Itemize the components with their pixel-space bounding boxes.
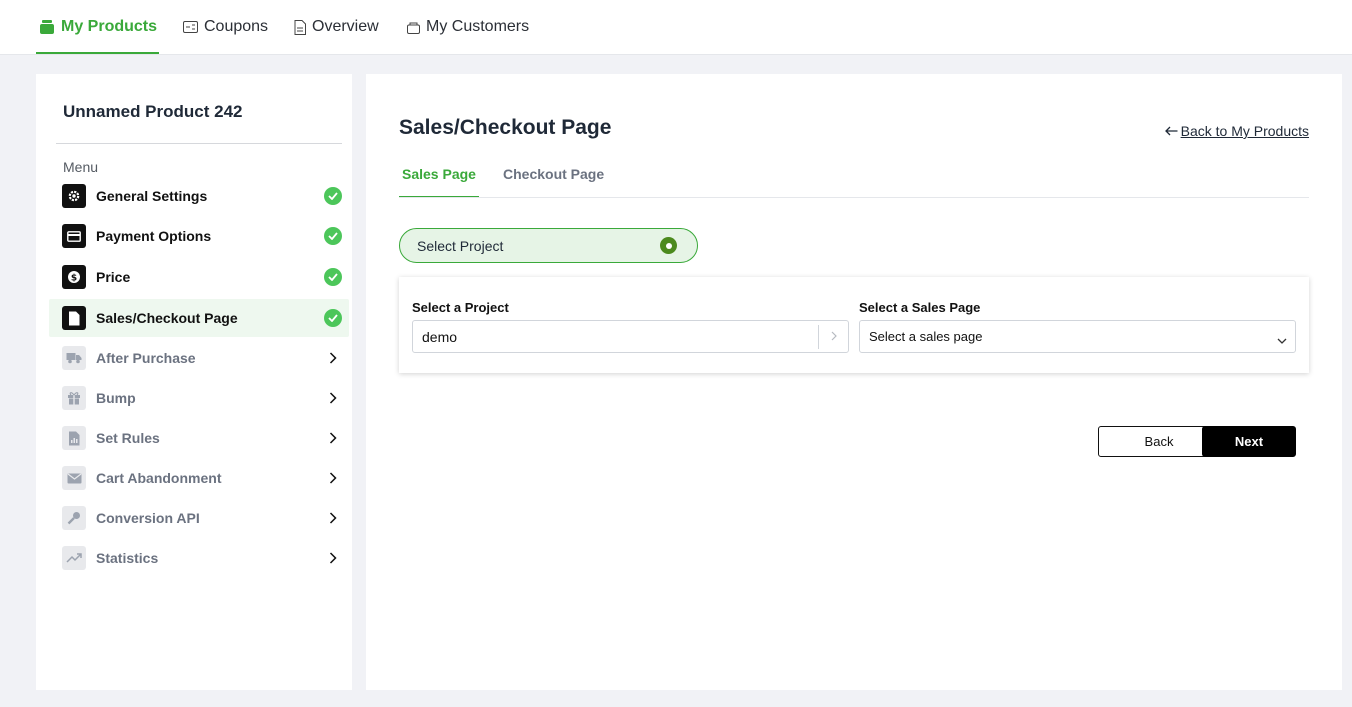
project-field-label: Select a Project [412, 300, 509, 315]
chevron-right-icon [324, 469, 342, 487]
page-icon [62, 306, 86, 330]
sidebar-item-set-rules[interactable]: Set Rules [49, 419, 349, 457]
divider [818, 325, 819, 349]
tabs-divider [399, 197, 1309, 198]
sidebar-item-after-purchase[interactable]: After Purchase [49, 339, 349, 377]
tab-checkout-page[interactable]: Checkout Page [500, 166, 607, 198]
sidebar-item-label: Price [96, 269, 131, 285]
step-active-icon [660, 237, 677, 254]
gear-icon [62, 184, 86, 208]
sidebar-item-payment-options[interactable]: Payment Options [49, 217, 349, 255]
chevron-right-icon [830, 329, 838, 346]
customers-icon [407, 21, 420, 34]
trend-icon [62, 546, 86, 570]
chevron-right-icon [324, 389, 342, 407]
chevron-right-icon [324, 349, 342, 367]
sidebar-item-label: After Purchase [96, 350, 196, 366]
sidebar-item-label: Statistics [96, 550, 159, 566]
sidebar-item-label: Cart Abandonment [96, 470, 222, 486]
document-icon [294, 19, 306, 35]
sidebar-item-bump[interactable]: Bump [49, 379, 349, 417]
nav-tab-my-products[interactable]: My Products [36, 0, 159, 54]
project-selection-card: Select a Project demo Select a Sales Pag… [399, 277, 1309, 373]
sidebar-item-cart-abandonment[interactable]: Cart Abandonment [49, 459, 349, 497]
sidebar-item-label: Payment Options [96, 228, 212, 244]
sidebar: Unnamed Product 242 Menu General Setting… [36, 74, 352, 690]
divider [56, 143, 342, 144]
chevron-right-icon [324, 549, 342, 567]
top-navigation: My Products Coupons Overview My Customer… [0, 0, 1352, 55]
store-icon [39, 19, 55, 35]
sidebar-item-sales-checkout-page[interactable]: Sales/Checkout Page [49, 299, 349, 337]
check-icon [324, 187, 342, 205]
project-select-value: demo [422, 328, 458, 345]
rules-icon [62, 426, 86, 450]
check-icon [324, 268, 342, 286]
coupon-icon [183, 21, 198, 33]
sales-page-select[interactable]: Select a sales page [859, 320, 1296, 353]
nav-tab-label: Coupons [204, 18, 269, 35]
sidebar-item-label: Set Rules [96, 430, 160, 446]
sidebar-item-label: Sales/Checkout Page [96, 310, 238, 326]
sidebar-item-label: Bump [96, 390, 136, 406]
mail-icon [62, 466, 86, 490]
sidebar-item-conversion-api[interactable]: Conversion API [49, 499, 349, 537]
nav-tab-overview[interactable]: Overview [294, 0, 379, 54]
back-to-products-link[interactable]: Back to My Products [1164, 123, 1309, 139]
gift-icon [62, 386, 86, 410]
back-link-label: Back to My Products [1180, 123, 1309, 139]
nav-tab-coupons[interactable]: Coupons [183, 0, 268, 54]
card-icon [62, 224, 86, 248]
chevron-right-icon [324, 429, 342, 447]
nav-tab-label: My Customers [426, 18, 530, 35]
tab-sales-page[interactable]: Sales Page [399, 166, 479, 198]
truck-icon [62, 346, 86, 370]
check-icon [324, 227, 342, 245]
page-title: Sales/Checkout Page [399, 116, 612, 139]
chevron-right-icon [324, 509, 342, 527]
sales-page-field-label: Select a Sales Page [859, 300, 981, 315]
check-icon [324, 309, 342, 327]
sidebar-item-label: Conversion API [96, 510, 200, 526]
nav-tab-label: My Products [61, 18, 158, 35]
svg-text:$: $ [71, 274, 77, 284]
sidebar-item-statistics[interactable]: Statistics [49, 539, 349, 577]
nav-tab-label: Overview [312, 18, 379, 35]
chevron-down-icon [1277, 333, 1287, 348]
next-button[interactable]: Next [1202, 426, 1296, 457]
sales-page-select-value: Select a sales page [869, 329, 983, 344]
sidebar-item-label: General Settings [96, 188, 208, 204]
arrow-left-icon [1164, 126, 1178, 136]
step-indicator: Select Project [399, 228, 698, 263]
sidebar-item-price[interactable]: $ Price [49, 258, 349, 296]
product-title: Unnamed Product 242 [63, 102, 243, 121]
nav-tab-my-customers[interactable]: My Customers [407, 0, 529, 54]
menu-label: Menu [63, 159, 99, 175]
sidebar-item-general-settings[interactable]: General Settings [49, 177, 349, 215]
key-icon [62, 506, 86, 530]
project-select[interactable]: demo [412, 320, 849, 353]
step-label: Select Project [417, 237, 504, 254]
dollar-icon: $ [62, 265, 86, 289]
main-panel: Sales/Checkout Page Back to My Products … [366, 74, 1342, 690]
